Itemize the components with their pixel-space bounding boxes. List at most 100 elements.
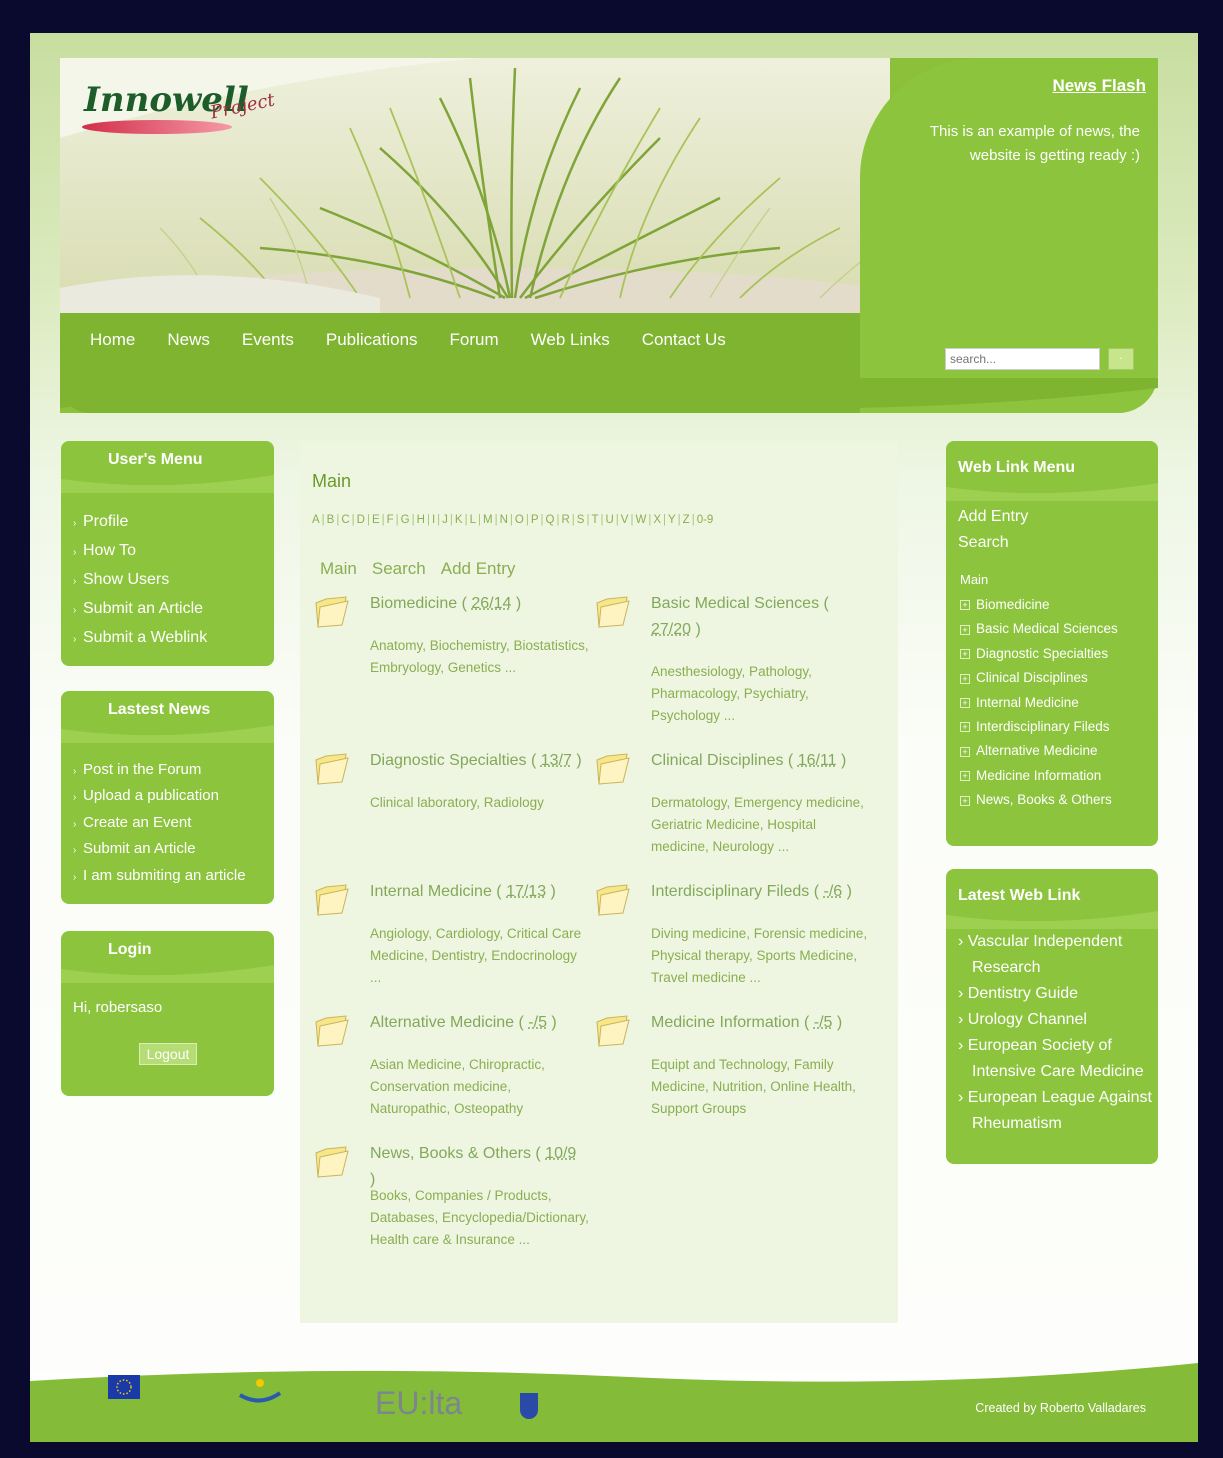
nav-events[interactable]: Events [242,330,294,350]
weblink-tree-node[interactable]: + Biomedicine [960,593,1158,617]
nav-contact-us[interactable]: Contact Us [642,330,726,350]
expand-plus-icon[interactable]: + [960,698,970,709]
category-title[interactable]: Internal Medicine ( 17/13 ) [370,879,585,905]
alphabet-letter[interactable]: Y [668,514,676,526]
users-menu-item-submit-article[interactable]: › Submit an Article [73,595,274,624]
logout-button[interactable]: Logout [139,1043,197,1065]
expand-plus-icon[interactable]: + [960,722,970,733]
latest-news-item[interactable]: › Upload a publication [73,784,274,810]
alphabet-letter[interactable]: N [500,514,508,526]
weblink-tree-node[interactable]: + Diagnostic Specialties [960,642,1158,666]
weblink-tree-node[interactable]: + News, Books & Others [960,788,1158,812]
alphabet-letter[interactable]: D [357,514,365,526]
alphabet-letter[interactable]: P [531,514,539,526]
weblink-tree-node[interactable]: + Interdisciplinary Fileds [960,715,1158,739]
alphabet-letter[interactable]: V [621,514,629,526]
alphabet-letter[interactable]: I [432,514,435,526]
latest-news-item[interactable]: › Create an Event [73,811,274,837]
category-subcategories[interactable]: Anesthesiology, Pathology, Pharmacology,… [651,661,871,727]
nav-news[interactable]: News [167,330,210,350]
category-title[interactable]: Biomedicine ( 26/14 ) [370,591,585,617]
category-count[interactable]: 17/13 [506,883,546,900]
expand-plus-icon[interactable]: + [960,600,970,611]
alphabet-letter[interactable]: U [605,514,613,526]
users-menu-item-profile[interactable]: › Profile [73,508,274,537]
alphabet-letter[interactable]: M [483,514,493,526]
alphabet-letter[interactable]: G [401,514,410,526]
category-count[interactable]: 27/20 [651,621,691,638]
category-subcategories[interactable]: Equipt and Technology, Family Medicine, … [651,1054,871,1120]
category-count[interactable]: -/5 [528,1014,547,1031]
expand-plus-icon[interactable]: + [960,746,970,757]
tab-search[interactable]: Search [372,559,426,579]
nav-publications[interactable]: Publications [326,330,418,350]
weblink-tree-node[interactable]: + Basic Medical Sciences [960,617,1158,641]
alphabet-letter[interactable]: R [561,514,569,526]
tab-add-entry[interactable]: Add Entry [441,559,516,579]
category-title[interactable]: Diagnostic Specialties ( 13/7 ) [370,748,585,774]
expand-plus-icon[interactable]: + [960,673,970,684]
category-title[interactable]: Medicine Information ( -/5 ) [651,1010,866,1036]
category-count[interactable]: 13/7 [541,752,572,769]
alphabet-letter[interactable]: 0-9 [697,514,714,526]
weblink-add-entry[interactable]: Add Entry [958,504,1158,530]
search-button[interactable]: · [1108,348,1134,370]
category-subcategories[interactable]: Asian Medicine, Chiropractic, Conservati… [370,1054,590,1120]
latest-weblink-item[interactable]: › Dentistry Guide [958,981,1158,1007]
latest-news-item[interactable]: › Submit an Article [73,837,274,863]
alphabet-letter[interactable]: C [341,514,349,526]
latest-news-item[interactable]: › Post in the Forum [73,758,274,784]
expand-plus-icon[interactable]: + [960,795,970,806]
alphabet-letter[interactable]: B [327,514,335,526]
users-menu-item-how-to[interactable]: › How To [73,537,274,566]
weblink-tree-node[interactable]: + Clinical Disciplines [960,666,1158,690]
latest-weblink-item[interactable]: › European League Against Rheumatism [958,1085,1158,1137]
category-subcategories[interactable]: Angiology, Cardiology, Critical Care Med… [370,923,590,989]
category-subcategories[interactable]: Anatomy, Biochemistry, Biostatistics, Em… [370,635,590,679]
weblink-tree-node[interactable]: + Alternative Medicine [960,739,1158,763]
weblink-search[interactable]: Search [958,530,1158,556]
latest-weblink-item[interactable]: › Urology Channel [958,1007,1158,1033]
category-count[interactable]: -/5 [814,1014,833,1031]
alphabet-letter[interactable]: L [470,514,476,526]
alphabet-letter[interactable]: F [387,514,394,526]
category-subcategories[interactable]: Clinical laboratory, Radiology [370,792,590,814]
category-count[interactable]: 26/14 [471,595,511,612]
category-subcategories[interactable]: Dermatology, Emergency medicine, Geriatr… [651,792,871,858]
category-count[interactable]: 16/11 [798,752,837,769]
nav-forum[interactable]: Forum [450,330,499,350]
category-title[interactable]: Basic Medical Sciences ( 27/20 ) [651,591,866,643]
news-flash-title[interactable]: News Flash [1052,76,1146,96]
category-subcategories[interactable]: Books, Companies / Products, Databases, … [370,1185,590,1251]
users-menu-item-submit-weblink[interactable]: › Submit a Weblink [73,624,274,653]
latest-weblink-item[interactable]: › European Society of Intensive Care Med… [958,1033,1158,1085]
category-title[interactable]: Alternative Medicine ( -/5 ) [370,1010,585,1036]
category-count[interactable]: 10/9 [545,1145,576,1162]
alphabet-letter[interactable]: K [455,514,463,526]
nav-home[interactable]: Home [90,330,135,350]
expand-plus-icon[interactable]: + [960,624,970,635]
weblink-tree-node[interactable]: + Internal Medicine [960,691,1158,715]
alphabet-letter[interactable]: T [591,514,598,526]
expand-plus-icon[interactable]: + [960,649,970,660]
alphabet-letter[interactable]: S [577,514,585,526]
category-count[interactable]: -/6 [824,883,843,900]
category-subcategories[interactable]: Diving medicine, Forensic medicine, Phys… [651,923,871,989]
category-title[interactable]: Interdisciplinary Fileds ( -/6 ) [651,879,866,905]
tab-main[interactable]: Main [320,559,357,579]
latest-weblink-item[interactable]: › Vascular Independent Research [958,929,1158,981]
nav-web-links[interactable]: Web Links [531,330,610,350]
alphabet-letter[interactable]: A [312,514,320,526]
alphabet-letter[interactable]: O [515,514,524,526]
latest-news-item[interactable]: › I am submiting an article [73,864,274,890]
alphabet-letter[interactable]: J [442,514,448,526]
alphabet-letter[interactable]: H [417,514,425,526]
weblink-tree-node[interactable]: + Medicine Information [960,764,1158,788]
alphabet-letter[interactable]: Z [683,514,690,526]
alphabet-letter[interactable]: X [653,514,661,526]
users-menu-item-show-users[interactable]: › Show Users [73,566,274,595]
expand-plus-icon[interactable]: + [960,771,970,782]
category-title[interactable]: Clinical Disciplines ( 16/11 ) [651,748,866,774]
alphabet-letter[interactable]: W [635,514,646,526]
alphabet-letter[interactable]: Q [546,514,555,526]
